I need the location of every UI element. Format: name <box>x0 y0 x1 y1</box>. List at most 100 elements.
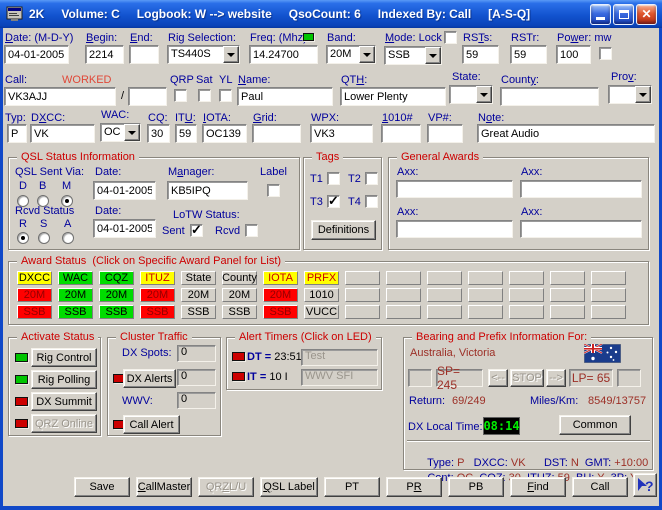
award-panel-empty[interactable] <box>509 271 544 285</box>
qsl-rcvd-s-radio[interactable] <box>38 232 50 244</box>
award-cell-empty[interactable] <box>427 288 462 302</box>
award-cell-empty[interactable] <box>550 288 585 302</box>
call-button[interactable]: Call <box>572 477 628 497</box>
call-field[interactable] <box>4 87 116 106</box>
chevron-down-icon[interactable] <box>223 46 239 63</box>
rig-polling-button[interactable]: Rig Polling <box>31 370 97 389</box>
rig-selection-dropdown[interactable]: TS440S <box>167 45 240 64</box>
qsl-label-button[interactable]: QSL Label <box>260 477 318 497</box>
callmaster-button[interactable]: CallMaster <box>136 477 192 497</box>
award-cell-mode[interactable]: SSB <box>99 305 134 319</box>
award-panel-cqz[interactable]: CQZ <box>99 271 134 285</box>
award-cell-mode[interactable]: VUCC <box>304 305 339 319</box>
grid-field[interactable] <box>252 124 301 143</box>
award-cell-empty[interactable] <box>591 305 626 319</box>
common-button[interactable]: Common <box>559 415 631 435</box>
county-field[interactable] <box>500 87 599 106</box>
qsl-rcvd-a-radio[interactable] <box>62 232 74 244</box>
award-cell-mode[interactable]: SSB <box>263 305 298 319</box>
yl-checkbox[interactable] <box>219 89 232 102</box>
award-cell-band[interactable]: 20M <box>99 288 134 302</box>
award-panel-dxcc[interactable]: DXCC <box>17 271 52 285</box>
award-panel-state[interactable]: State <box>181 271 216 285</box>
rig-control-button[interactable]: Rig Control <box>31 348 97 367</box>
pb-button[interactable]: PB <box>448 477 504 497</box>
wpx-field[interactable] <box>310 124 373 143</box>
qrz-online-led[interactable] <box>15 419 28 428</box>
minimize-button[interactable] <box>590 4 611 25</box>
award-panel-empty[interactable] <box>591 271 626 285</box>
award-panel-county[interactable]: County <box>222 271 257 285</box>
award-cell-mode[interactable]: SSB <box>140 305 175 319</box>
t3-checkbox[interactable] <box>327 195 340 208</box>
award-panel-ituz[interactable]: ITUZ <box>140 271 175 285</box>
award-cell-band[interactable]: 20M <box>222 288 257 302</box>
freq-field[interactable] <box>249 45 318 64</box>
chevron-down-icon[interactable] <box>359 46 375 63</box>
dxcc-field[interactable] <box>30 124 95 143</box>
prov-dropdown[interactable] <box>608 85 652 104</box>
tenten-field[interactable] <box>381 124 421 143</box>
it-led[interactable] <box>232 372 245 381</box>
note-field[interactable] <box>477 124 655 143</box>
chevron-down-icon[interactable] <box>425 47 441 64</box>
award-cell-band[interactable]: 20M <box>17 288 52 302</box>
chevron-down-icon[interactable] <box>476 86 492 103</box>
rig-polling-led[interactable] <box>15 375 28 384</box>
wac-dropdown[interactable]: OC <box>100 123 141 142</box>
award-cell-empty[interactable] <box>468 305 503 319</box>
save-button[interactable]: Save <box>74 477 130 497</box>
state-dropdown[interactable] <box>449 85 493 104</box>
typ-field[interactable] <box>7 124 27 143</box>
power-mw-checkbox[interactable] <box>599 47 612 60</box>
award-cell-empty[interactable] <box>427 305 462 319</box>
dx-summit-button[interactable]: DX Summit <box>31 392 97 411</box>
qsl-rcvd-r-radio[interactable] <box>17 232 29 244</box>
award-cell-band[interactable]: 20M <box>181 288 216 302</box>
band-dropdown[interactable]: 20M <box>326 45 376 64</box>
award-panel-empty[interactable] <box>386 271 421 285</box>
dx-alerts-button[interactable]: DX Alerts <box>123 369 176 388</box>
award-panel-empty[interactable] <box>550 271 585 285</box>
award-panel-iota[interactable]: IOTA <box>263 271 298 285</box>
maximize-button[interactable] <box>613 4 634 25</box>
award-panel-empty[interactable] <box>345 271 380 285</box>
award-cell-empty[interactable] <box>345 305 380 319</box>
qsl-date-rcvd-field[interactable] <box>93 219 156 238</box>
award-cell-mode[interactable]: SSB <box>181 305 216 319</box>
award-cell-band[interactable]: 1010 <box>304 288 339 302</box>
lotw-sent-checkbox[interactable] <box>190 224 203 237</box>
iota-field[interactable] <box>202 124 247 143</box>
chevron-down-icon[interactable] <box>124 124 140 141</box>
axx1-field[interactable] <box>396 180 513 198</box>
award-cell-empty[interactable] <box>386 288 421 302</box>
award-panel-empty[interactable] <box>468 271 503 285</box>
begin-field[interactable] <box>85 45 124 64</box>
rsts-field[interactable] <box>462 45 499 64</box>
close-button[interactable]: ✕ <box>636 4 657 25</box>
award-cell-band[interactable]: 20M <box>263 288 298 302</box>
t4-checkbox[interactable] <box>365 195 378 208</box>
award-cell-band[interactable]: 20M <box>140 288 175 302</box>
award-cell-empty[interactable] <box>509 305 544 319</box>
chevron-down-icon[interactable] <box>635 86 651 103</box>
award-cell-empty[interactable] <box>550 305 585 319</box>
mode-lock-checkbox[interactable] <box>444 31 457 44</box>
qth-field[interactable] <box>340 87 446 106</box>
call-alert-button[interactable]: Call Alert <box>123 415 180 434</box>
award-cell-empty[interactable] <box>591 288 626 302</box>
award-cell-band[interactable]: 20M <box>58 288 93 302</box>
definitions-button[interactable]: Definitions <box>311 220 376 240</box>
call-suffix-field[interactable] <box>128 87 167 106</box>
t2-checkbox[interactable] <box>365 172 378 185</box>
axx3-field[interactable] <box>396 220 513 238</box>
power-field[interactable] <box>556 45 591 64</box>
label-checkbox[interactable] <box>267 184 280 197</box>
t1-checkbox[interactable] <box>327 172 340 185</box>
dt-led[interactable] <box>232 352 245 361</box>
qrp-checkbox[interactable] <box>174 89 187 102</box>
context-help-button[interactable]: ? <box>633 473 657 497</box>
award-panel-prfx[interactable]: PRFX <box>304 271 339 285</box>
award-cell-mode[interactable]: SSB <box>17 305 52 319</box>
axx4-field[interactable] <box>520 220 642 238</box>
